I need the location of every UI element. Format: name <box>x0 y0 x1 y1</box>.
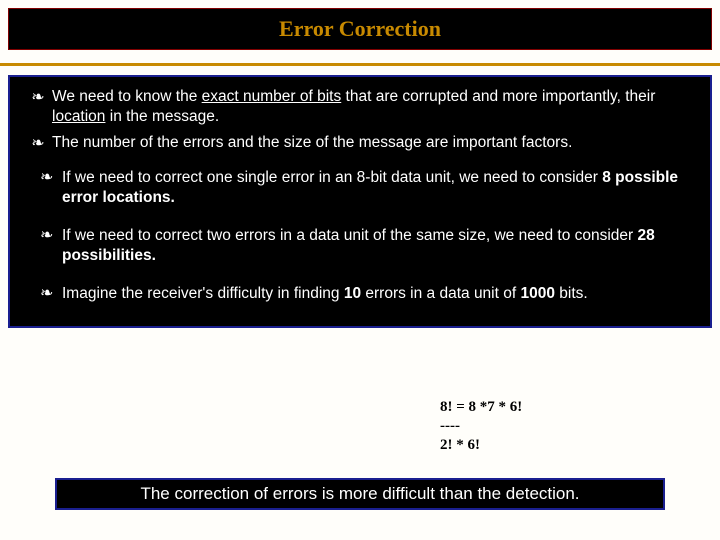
sub-bullet-text: If we need to correct one single error i… <box>62 168 696 208</box>
flourish-icon: ❧ <box>24 133 52 154</box>
divider-line <box>0 63 720 66</box>
sub-bullet-item: ❧ Imagine the receiver's difficulty in f… <box>40 284 696 304</box>
sub-bullet-text: Imagine the receiver's difficulty in fin… <box>62 284 696 304</box>
underline-text: exact number of bits <box>202 88 342 105</box>
flourish-icon: ❧ <box>40 168 62 188</box>
text-fragment: If we need to correct two errors in a da… <box>62 227 638 244</box>
calc-line: ---- <box>440 417 522 436</box>
bold-text: 1000 <box>520 285 554 302</box>
sub-bullet-text: If we need to correct two errors in a da… <box>62 226 696 266</box>
bold-text: 10 <box>344 285 361 302</box>
sub-bullet-item: ❧ If we need to correct one single error… <box>40 168 696 208</box>
flourish-icon: ❧ <box>40 284 62 304</box>
calc-line: 8! = 8 *7 * 6! <box>440 398 522 417</box>
flourish-icon: ❧ <box>40 226 62 246</box>
footer-text: The correction of errors is more difficu… <box>140 484 579 504</box>
footer-bar: The correction of errors is more difficu… <box>55 478 665 510</box>
title-bar: Error Correction <box>8 8 712 50</box>
calc-line: 2! * 6! <box>440 436 522 455</box>
text-fragment: errors in a data unit of <box>361 285 520 302</box>
text-fragment: bits. <box>555 285 588 302</box>
text-fragment: We need to know the <box>52 88 202 105</box>
underline-text: location <box>52 108 105 125</box>
calculation-note: 8! = 8 *7 * 6! ---- 2! * 6! <box>440 398 522 455</box>
text-fragment: that are corrupted and more importantly,… <box>341 88 655 105</box>
text-fragment: If we need to correct one single error i… <box>62 169 602 186</box>
text-fragment: Imagine the receiver's difficulty in fin… <box>62 285 344 302</box>
bullet-item: ❧ The number of the errors and the size … <box>24 133 696 154</box>
bullet-text: We need to know the exact number of bits… <box>52 87 696 127</box>
main-content-box: ❧ We need to know the exact number of bi… <box>8 75 712 328</box>
bullet-text: The number of the errors and the size of… <box>52 133 696 153</box>
slide-title: Error Correction <box>279 16 441 42</box>
sub-bullet-list: ❧ If we need to correct one single error… <box>40 168 696 304</box>
bullet-item: ❧ We need to know the exact number of bi… <box>24 87 696 127</box>
sub-bullet-item: ❧ If we need to correct two errors in a … <box>40 226 696 266</box>
text-fragment: in the message. <box>105 108 219 125</box>
flourish-icon: ❧ <box>24 87 52 108</box>
